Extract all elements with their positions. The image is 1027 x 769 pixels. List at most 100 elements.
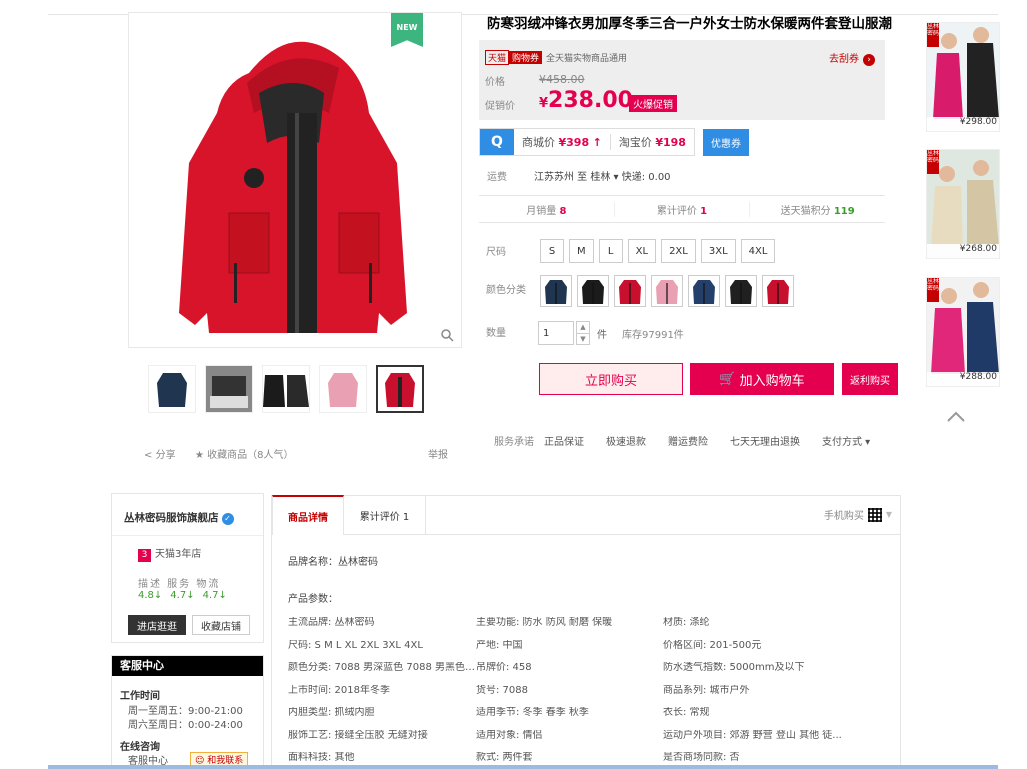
tmall-points: 送天猫积分 119	[780, 205, 855, 217]
param-item: 产地: 中国	[476, 639, 523, 651]
bottom-scroll-bar	[48, 765, 998, 769]
zoom-icon[interactable]	[441, 329, 455, 343]
promise-label: 服务承诺	[494, 437, 534, 448]
promise-item[interactable]: 赠运费险	[668, 433, 708, 448]
cart-icon: 🛒	[719, 371, 736, 387]
quantity-unit: 件	[597, 330, 607, 341]
color-swatch[interactable]	[688, 275, 720, 307]
enter-shop-button[interactable]: 进店逛逛	[128, 615, 186, 635]
params-title: 产品参数：	[288, 594, 338, 605]
recommend-item[interactable]: 丛林密码 ¥288.00	[926, 277, 1000, 387]
param-item: 价格区间: 201-500元	[663, 639, 762, 651]
thumbnail-red[interactable]	[376, 365, 424, 413]
promise-item[interactable]: 七天无理由退换	[730, 433, 800, 448]
get-coupon-link[interactable]: 去刮券 ›	[829, 50, 875, 66]
detail-tabs: 商品详情 累计评价 1 手机购买 ▼	[271, 495, 901, 535]
color-swatch[interactable]	[577, 275, 609, 307]
chevron-up-icon[interactable]	[946, 407, 966, 428]
size-option[interactable]: M	[569, 239, 594, 263]
verified-badge-icon: ✓	[221, 513, 234, 525]
jacket-image	[179, 41, 407, 333]
service-promise: 服务承诺 正品保证 极速退款 赠运费险 七天无理由退换 支付方式 ▾	[494, 433, 870, 448]
thumbnail-detail[interactable]	[205, 365, 253, 413]
thumbnail-pink[interactable]	[319, 365, 367, 413]
mall-price: 商城价 ¥398 ↑	[522, 136, 602, 149]
cashback-button[interactable]: 返利购买	[842, 363, 898, 395]
weekday-hours: 周一至周五：9:00-21:00	[128, 706, 243, 717]
size-option[interactable]: 4XL	[740, 239, 776, 263]
size-option[interactable]: L	[598, 239, 623, 263]
chevron-down-icon[interactable]: ▼	[577, 334, 589, 345]
monthly-sales: 月销量 8	[479, 201, 615, 217]
coupon-button[interactable]: 优惠券	[702, 128, 749, 156]
recommend-price: ¥268.00	[927, 244, 999, 258]
favorite-product-link[interactable]: ★ 收藏商品（8人气）	[195, 446, 294, 461]
param-item: 防水透气指数: 5000mm及以下	[663, 662, 805, 673]
size-option[interactable]: XL	[627, 239, 657, 263]
color-swatch[interactable]	[540, 275, 572, 307]
param-item: 适用对象: 情侣	[476, 729, 543, 741]
dsr-score: 4.8↓	[138, 590, 163, 601]
share-link[interactable]: < 分享	[144, 446, 176, 461]
favorite-shop-button[interactable]: 收藏店铺	[192, 615, 250, 635]
price-label: 价格	[485, 77, 505, 88]
sales-stats: 月销量 8 累计评价 1 送天猫积分 119	[479, 195, 885, 223]
product-details: 品牌名称：丛林密码 产品参数： 主流品牌: 丛林密码 主要功能: 防水 防风 耐磨…	[271, 535, 901, 769]
size-option[interactable]: S	[540, 239, 564, 263]
coupon-text: 全天猫实物商品通用	[546, 54, 628, 64]
shipping-value[interactable]: 江苏苏州 至 桂林 ▾ 快递: 0.00	[534, 168, 671, 183]
chevron-up-icon[interactable]: ▲	[577, 322, 589, 334]
param-item: 服饰工艺: 接缝全压胶 无缝对接	[288, 729, 428, 741]
recommend-item[interactable]: 丛林密码 ¥268.00	[926, 149, 1000, 259]
promise-item[interactable]: 正品保证	[544, 433, 584, 448]
current-price: ¥238.00	[539, 88, 633, 113]
product-title: 防寒羽绒冲锋衣男加厚冬季三合一户外女士防水保暖两件套登山服潮	[487, 16, 892, 32]
main-product-image[interactable]: NEW	[128, 12, 462, 348]
param-item: 适用季节: 冬季 春季 秋季	[476, 707, 589, 718]
shop-age: 3 天猫3年店	[138, 545, 201, 562]
color-swatch[interactable]	[725, 275, 757, 307]
recommend-item[interactable]: 丛林密码 ¥298.00	[926, 22, 1000, 132]
payment-methods-dropdown[interactable]: 支付方式 ▾	[822, 433, 870, 448]
promise-item[interactable]: 极速退款	[606, 433, 646, 448]
size-option[interactable]: 3XL	[700, 239, 736, 263]
mobile-buy[interactable]: 手机购买 ▼	[824, 507, 892, 522]
thumbnail-strip	[148, 365, 424, 413]
color-swatch[interactable]	[762, 275, 794, 307]
coupon-line: 天猫 购物券 全天猫实物商品通用	[485, 50, 627, 65]
param-item: 尺码: S M L XL 2XL 3XL 4XL	[288, 639, 423, 651]
review-count[interactable]: 累计评价 1	[615, 201, 751, 217]
compare-box[interactable]: Q 商城价 ¥398 ↑ 淘宝价 ¥198	[479, 128, 695, 156]
param-item: 衣长: 常规	[663, 707, 710, 718]
price-box: 天猫 购物券 全天猫实物商品通用 去刮券 › 价格 ¥458.00 促销价 ¥238.…	[479, 40, 885, 120]
weekend-hours: 周六至周日：0:00-24:00	[128, 720, 243, 731]
param-item: 颜色分类: 7088 男深蓝色 7088 男黑色 ...	[288, 662, 476, 673]
quantity-input[interactable]: 1	[538, 321, 574, 345]
report-link[interactable]: 举报	[428, 446, 448, 461]
tab-reviews[interactable]: 累计评价 1	[344, 495, 426, 535]
add-to-cart-button[interactable]: 🛒 加入购物车	[690, 363, 834, 395]
size-option[interactable]: 2XL	[661, 239, 696, 263]
color-swatch[interactable]	[651, 275, 683, 307]
thumbnail-black-pair[interactable]	[262, 365, 310, 413]
thumbnail-navy[interactable]	[148, 365, 196, 413]
param-item: 是否商场同款: 否	[663, 752, 740, 763]
promo-price-label: 促销价	[485, 101, 515, 112]
buy-now-button[interactable]: 立即购买	[539, 363, 683, 395]
param-item: 吊牌价: 458	[476, 662, 532, 673]
size-options: S M L XL 2XL 3XL 4XL	[540, 239, 776, 263]
recommend-price: ¥288.00	[927, 372, 999, 386]
param-item: 主流品牌: 丛林密码	[288, 617, 375, 628]
param-item: 主要功能: 防水 防风 耐磨 保暖	[476, 617, 613, 628]
color-swatch[interactable]	[614, 275, 646, 307]
consult-title: 在线咨询	[120, 742, 160, 753]
hours-title: 工作时间	[120, 691, 160, 702]
tab-product-detail[interactable]: 商品详情	[272, 495, 344, 535]
tmall-tag: 天猫	[485, 50, 510, 65]
shop-name[interactable]: 丛林密码服饰旗舰店 ✓	[124, 510, 234, 525]
brand-flag: 丛林密码	[927, 150, 939, 174]
quantity-label: 数量	[486, 328, 506, 339]
quantity-stepper[interactable]: ▲ ▼	[576, 321, 590, 345]
param-item: 款式: 两件套	[476, 752, 533, 763]
dsr-header: 描述 服务 物流	[138, 579, 221, 590]
